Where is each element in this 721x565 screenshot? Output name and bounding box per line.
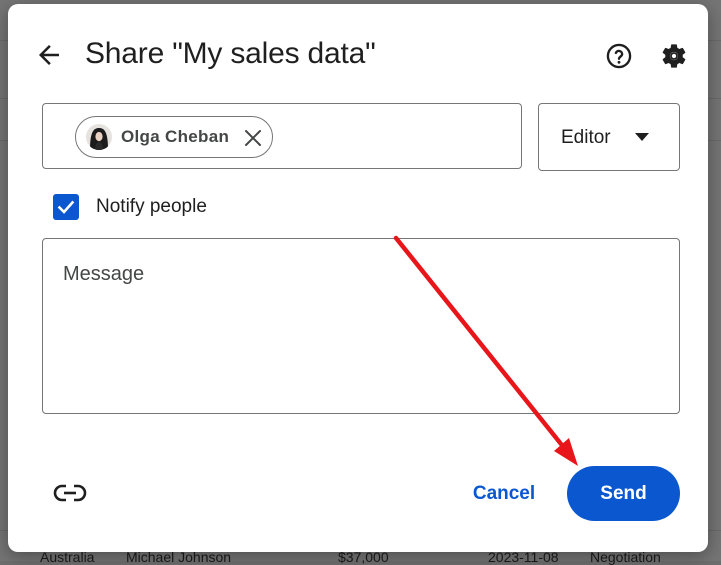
caret-down-icon (635, 133, 649, 141)
link-icon (53, 484, 87, 502)
notify-people-row: Notify people (53, 194, 207, 220)
arrow-left-icon (39, 45, 59, 65)
help-circle-icon (606, 43, 632, 69)
person-chip-name: Olga Cheban (121, 127, 230, 146)
help-button[interactable] (605, 42, 633, 70)
checkmark-icon (57, 200, 75, 214)
gear-icon (662, 44, 686, 68)
cancel-button[interactable]: Cancel (454, 474, 554, 514)
message-box (42, 238, 680, 414)
close-icon (245, 130, 261, 146)
settings-button[interactable] (660, 42, 688, 70)
person-chip[interactable]: Olga Cheban (75, 116, 273, 158)
notify-people-label: Notify people (96, 196, 207, 217)
dialog-title: Share "My sales data" (85, 37, 376, 70)
role-selected-value: Editor (561, 127, 611, 148)
message-input[interactable] (43, 239, 679, 413)
role-dropdown[interactable]: Editor (538, 103, 680, 171)
send-button[interactable]: Send (567, 466, 680, 521)
remove-person-button[interactable] (244, 129, 262, 147)
notify-people-checkbox[interactable] (53, 194, 79, 220)
share-dialog: Share "My sales data" Olga Cheban Editor… (8, 4, 708, 552)
copy-link-button[interactable] (52, 478, 88, 508)
back-button[interactable] (34, 40, 64, 70)
people-input[interactable]: Olga Cheban (42, 103, 522, 169)
avatar (86, 124, 112, 150)
